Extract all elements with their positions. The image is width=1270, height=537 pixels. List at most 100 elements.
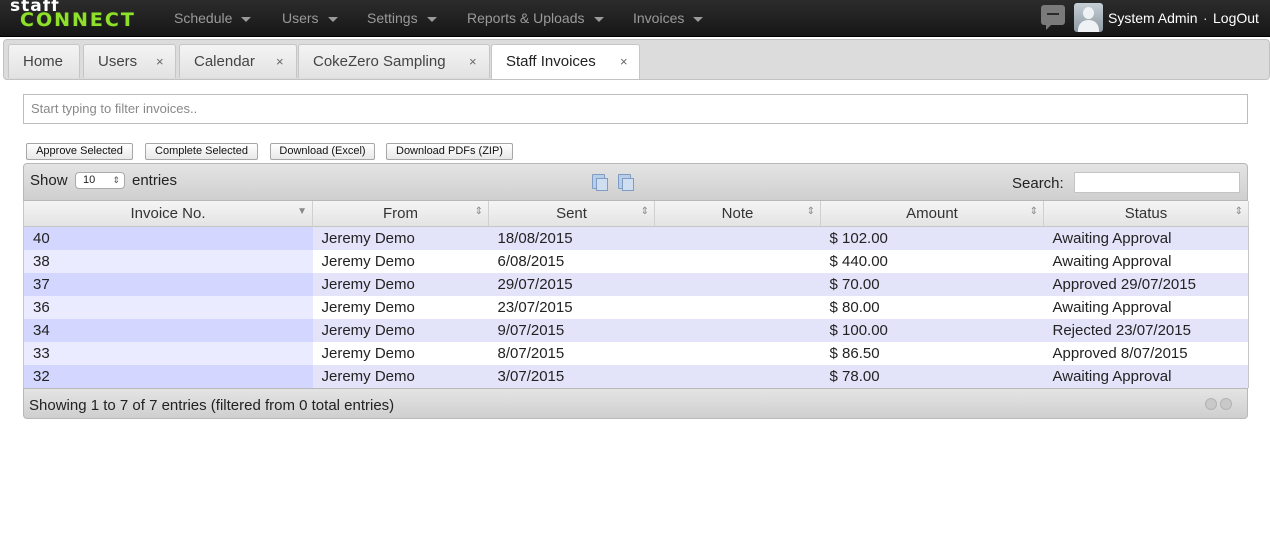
column-label: Invoice No.	[130, 205, 206, 222]
search-label: Search:	[1012, 175, 1064, 192]
table-info: Showing 1 to 7 of 7 entries (filtered fr…	[29, 397, 395, 414]
cell-sent: 29/07/2015	[488, 273, 655, 296]
table-row[interactable]: 40 Jeremy Demo 18/08/2015 $ 102.00 Await…	[23, 226, 1249, 250]
sort-icon: ⇕	[806, 206, 815, 217]
cell-from: Jeremy Demo	[312, 365, 489, 388]
cell-amount: $ 78.00	[820, 365, 1044, 388]
nav-menu-label: Settings	[367, 10, 418, 26]
cell-from: Jeremy Demo	[312, 319, 489, 342]
column-label: Note	[721, 205, 754, 222]
nav-menu-invoices[interactable]: Invoices	[633, 0, 704, 36]
sort-icon: ⇕	[640, 206, 649, 217]
close-icon[interactable]: ×	[276, 45, 284, 79]
invoice-filter-input[interactable]: Start typing to filter invoices..	[23, 94, 1248, 124]
nav-menu-label: Reports & Uploads	[467, 10, 585, 26]
tab-label: Users	[98, 53, 138, 70]
tab-label: Calendar	[194, 53, 255, 70]
cell-from: Jeremy Demo	[312, 226, 489, 250]
search-input[interactable]	[1074, 172, 1240, 193]
table-row[interactable]: 37 Jeremy Demo 29/07/2015 $ 70.00 Approv…	[23, 273, 1249, 296]
cell-note	[654, 319, 821, 342]
page-length-select[interactable]: 10 ⇕	[75, 172, 125, 189]
cell-invoice-no: 40	[23, 226, 313, 250]
next-page-icon[interactable]	[1220, 398, 1232, 410]
cell-amount: $ 102.00	[820, 226, 1044, 250]
caret-down-icon	[693, 16, 704, 22]
cell-status: Awaiting Approval	[1043, 365, 1249, 388]
sort-desc-icon: ▼	[297, 206, 307, 217]
user-name[interactable]: System Admin	[1108, 0, 1197, 36]
cell-sent: 23/07/2015	[488, 296, 655, 319]
sort-icon: ⇕	[474, 206, 483, 217]
top-navbar: staff CONNECT Schedule Users Settings Re…	[0, 0, 1270, 37]
table-row[interactable]: 32 Jeremy Demo 3/07/2015 $ 78.00 Awaitin…	[23, 365, 1249, 388]
tab-home[interactable]: Home	[8, 44, 80, 78]
tab-strip: Home Users × Calendar × CokeZero Samplin…	[3, 39, 1270, 80]
table-row[interactable]: 34 Jeremy Demo 9/07/2015 $ 100.00 Reject…	[23, 319, 1249, 342]
caret-down-icon	[426, 16, 437, 22]
cell-amount: $ 86.50	[820, 342, 1044, 365]
close-icon[interactable]: ×	[156, 45, 164, 79]
sort-icon: ⇕	[1234, 206, 1243, 217]
tab-label: Staff Invoices	[506, 53, 596, 70]
page-length-value: 10	[83, 174, 96, 186]
cell-invoice-no: 37	[23, 273, 313, 296]
tab-staff-invoices[interactable]: Staff Invoices ×	[491, 44, 640, 79]
close-icon[interactable]: ×	[620, 45, 628, 79]
column-header-amount[interactable]: Amount ⇕	[820, 201, 1044, 227]
table-footer: Showing 1 to 7 of 7 entries (filtered fr…	[23, 388, 1248, 419]
nav-menu-schedule[interactable]: Schedule	[174, 0, 252, 36]
logout-link[interactable]: LogOut	[1213, 0, 1259, 36]
table-row[interactable]: 36 Jeremy Demo 23/07/2015 $ 80.00 Awaiti…	[23, 296, 1249, 319]
chat-icon[interactable]	[1041, 5, 1065, 30]
cell-status: Approved 8/07/2015	[1043, 342, 1249, 365]
column-header-from[interactable]: From ⇕	[312, 201, 489, 227]
cell-invoice-no: 36	[23, 296, 313, 319]
table-toolbar: Show 10 ⇕ entries Search:	[23, 163, 1248, 201]
cell-note	[654, 250, 821, 273]
cell-status: Awaiting Approval	[1043, 296, 1249, 319]
select-all-icon[interactable]	[592, 174, 608, 191]
sort-icon: ⇕	[1029, 206, 1038, 217]
nav-menu-users[interactable]: Users	[282, 0, 338, 36]
cell-status: Approved 29/07/2015	[1043, 273, 1249, 296]
column-label: Amount	[906, 205, 958, 222]
complete-selected-button[interactable]: Complete Selected	[145, 143, 258, 160]
cell-note	[654, 342, 821, 365]
cell-invoice-no: 34	[23, 319, 313, 342]
column-header-note[interactable]: Note ⇕	[654, 201, 821, 227]
cell-amount: $ 100.00	[820, 319, 1044, 342]
close-icon[interactable]: ×	[469, 45, 477, 79]
caret-down-icon	[241, 16, 252, 22]
table-row[interactable]: 38 Jeremy Demo 6/08/2015 $ 440.00 Awaiti…	[23, 250, 1249, 273]
column-header-invoice-no[interactable]: Invoice No. ▼	[23, 201, 313, 227]
download-pdfs-zip-button[interactable]: Download PDFs (ZIP)	[386, 143, 513, 160]
column-label: Sent	[556, 205, 587, 222]
copy-icon[interactable]	[618, 174, 634, 191]
tab-users[interactable]: Users ×	[83, 44, 176, 78]
staffconnect-logo[interactable]: staff CONNECT	[8, 0, 148, 36]
download-excel-button[interactable]: Download (Excel)	[270, 143, 375, 160]
cell-amount: $ 70.00	[820, 273, 1044, 296]
column-header-status[interactable]: Status ⇕	[1043, 201, 1249, 227]
cell-amount: $ 440.00	[820, 250, 1044, 273]
tab-cokezero-sampling[interactable]: CokeZero Sampling ×	[298, 44, 490, 78]
cell-from: Jeremy Demo	[312, 273, 489, 296]
approve-selected-button[interactable]: Approve Selected	[26, 143, 133, 160]
prev-page-icon[interactable]	[1205, 398, 1217, 410]
table-row[interactable]: 33 Jeremy Demo 8/07/2015 $ 86.50 Approve…	[23, 342, 1249, 365]
nav-menu-settings[interactable]: Settings	[367, 0, 437, 36]
show-label: Show	[30, 172, 68, 189]
column-header-sent[interactable]: Sent ⇕	[488, 201, 655, 227]
cell-invoice-no: 33	[23, 342, 313, 365]
entries-label: entries	[132, 172, 178, 189]
avatar[interactable]	[1074, 3, 1103, 32]
nav-menu-label: Users	[282, 10, 319, 26]
caret-down-icon	[593, 16, 604, 22]
nav-menu-label: Invoices	[633, 10, 685, 26]
tab-calendar[interactable]: Calendar ×	[179, 44, 297, 78]
cell-invoice-no: 38	[23, 250, 313, 273]
nav-menu-reports-uploads[interactable]: Reports & Uploads	[467, 0, 604, 36]
cell-sent: 3/07/2015	[488, 365, 655, 388]
cell-note	[654, 273, 821, 296]
